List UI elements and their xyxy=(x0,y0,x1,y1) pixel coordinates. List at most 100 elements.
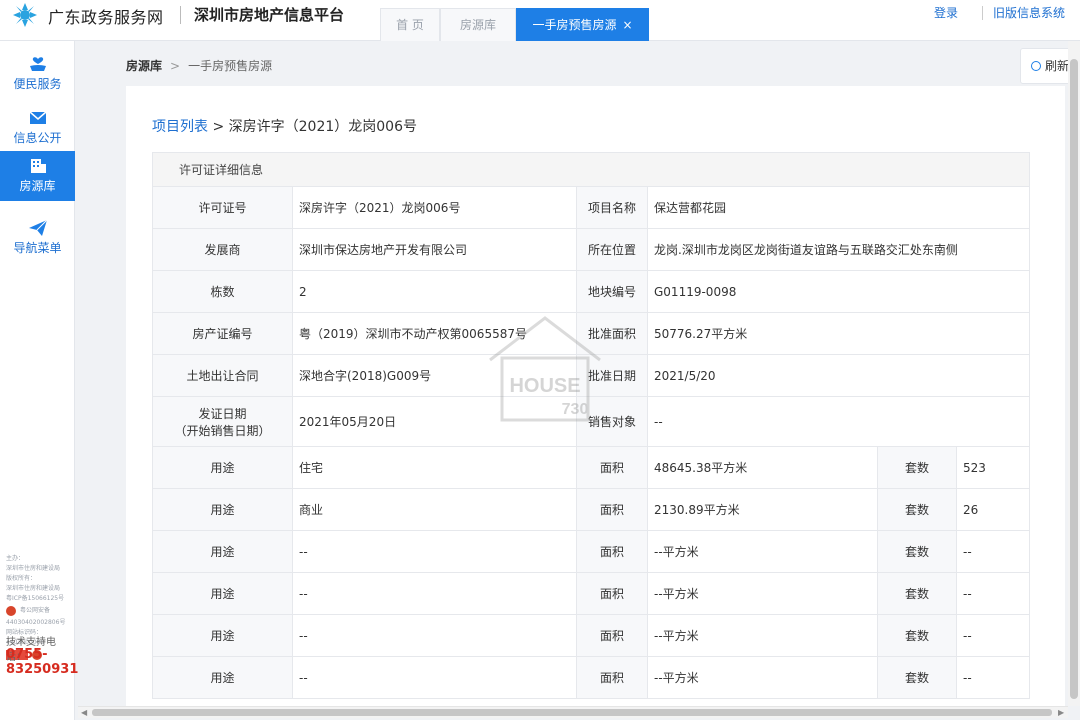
tab-housing-library[interactable]: 房源库 xyxy=(440,8,516,41)
value-area: 2130.89平方米 xyxy=(647,488,878,531)
label-issue-date-line2: （开始销售日期） xyxy=(174,423,271,438)
label-unit-count: 套数 xyxy=(877,614,957,657)
table-row: 许可证号 深房许字（2021）龙岗006号 项目名称 保达营都花园 xyxy=(152,186,1031,229)
breadcrumb: 房源库 > 一手房预售房源 xyxy=(126,57,272,74)
breadcrumb-separator: > xyxy=(170,59,181,73)
label-unit-count: 套数 xyxy=(877,656,957,699)
label-area: 面积 xyxy=(576,656,648,699)
usage-row: 用途 商业 面积 2130.89平方米 套数 26 xyxy=(152,488,1031,531)
sidebar-item-housing-library[interactable]: 房源库 xyxy=(0,151,75,201)
vertical-scroll-thumb[interactable] xyxy=(1070,59,1078,699)
value-sales-target: -- xyxy=(646,396,1031,447)
value-usage: -- xyxy=(292,530,577,573)
value-area: --平方米 xyxy=(647,572,878,615)
label-location: 所在位置 xyxy=(576,228,648,271)
value-unit-count: -- xyxy=(955,572,1031,615)
sponsor-name: 深圳市住房和建设局 xyxy=(6,565,61,572)
tab-home[interactable]: 首 页 xyxy=(380,8,440,41)
value-usage: 住宅 xyxy=(292,446,577,489)
project-list-link[interactable]: 项目列表 xyxy=(152,119,208,135)
value-project-name: 保达营都花园 xyxy=(646,186,1031,229)
value-plot-number: G01119-0098 xyxy=(646,270,1031,313)
scroll-right-arrow-icon[interactable]: ▶ xyxy=(1058,708,1064,717)
scroll-left-arrow-icon[interactable]: ◀ xyxy=(81,708,87,717)
copyright-owner: 深圳市住房和建设局 xyxy=(6,585,61,592)
value-area: 48645.38平方米 xyxy=(647,446,878,489)
permit-number-title: 深房许字（2021）龙岗006号 xyxy=(228,119,417,135)
usage-row: 用途 -- 面积 --平方米 套数 -- xyxy=(152,656,1031,699)
horizontal-scroll-thumb[interactable] xyxy=(92,709,1052,716)
header-link-divider xyxy=(982,6,983,20)
sidebar-item-label: 便民服务 xyxy=(13,77,62,91)
label-project-name: 项目名称 xyxy=(576,186,648,229)
house730-watermark-logo: HOUSE 730 xyxy=(489,316,601,422)
guangdong-gov-logo-icon xyxy=(13,3,37,27)
label-property-cert: 房产证编号 xyxy=(152,312,293,355)
label-area: 面积 xyxy=(576,572,648,615)
watermark-brand: HOUSE xyxy=(509,375,580,397)
icp-number[interactable]: 粤ICP备15066125号 xyxy=(6,594,72,604)
table-header-row: 许可证详细信息 xyxy=(151,152,1031,187)
old-system-link[interactable]: 旧版信息系统 xyxy=(993,4,1065,21)
value-location: 龙岗.深圳市龙岗区龙岗街道友谊路与五联路交汇处东南侧 xyxy=(646,228,1031,271)
label-unit-count: 套数 xyxy=(877,488,957,531)
login-link[interactable]: 登录 xyxy=(934,4,958,21)
label-usage: 用途 xyxy=(152,656,293,699)
tab-presale-listings[interactable]: 一手房预售房源 × xyxy=(516,8,649,41)
police-record-label[interactable]: 粤公网安备 xyxy=(20,606,50,616)
paper-plane-icon xyxy=(28,219,47,236)
value-usage: -- xyxy=(292,656,577,699)
section-title: 许可证详细信息 xyxy=(151,152,1031,187)
label-usage: 用途 xyxy=(152,530,293,573)
label-unit-count: 套数 xyxy=(877,530,957,573)
value-building-count: 2 xyxy=(292,270,577,313)
platform-title: 深圳市房地产信息平台 xyxy=(194,6,345,24)
horizontal-scrollbar[interactable]: ◀ ▶ xyxy=(78,706,1068,718)
value-usage: 商业 xyxy=(292,488,577,531)
sidebar-item-label: 房源库 xyxy=(19,179,56,193)
refresh-label: 刷新 xyxy=(1045,59,1070,73)
label-usage: 用途 xyxy=(152,446,293,489)
value-unit-count: -- xyxy=(955,656,1031,699)
value-usage: -- xyxy=(292,614,577,657)
label-unit-count: 套数 xyxy=(877,446,957,489)
value-approved-area: 50776.27平方米 xyxy=(646,312,1031,355)
top-header: 广东政务服务网 深圳市房地产信息平台 首 页 房源库 一手房预售房源 × 登录 旧… xyxy=(0,0,1080,41)
value-area: --平方米 xyxy=(647,530,878,573)
project-breadcrumb: 项目列表 > 深房许字（2021）龙岗006号 xyxy=(152,116,417,136)
police-badge-row: 粤公网安备 xyxy=(6,606,72,616)
close-tab-icon[interactable]: × xyxy=(622,18,632,32)
watermark-number: 730 xyxy=(562,401,589,418)
value-usage: -- xyxy=(292,572,577,615)
sidebar-item-public-services[interactable]: 便民服务 xyxy=(0,49,75,99)
label-developer: 发展商 xyxy=(152,228,293,271)
value-unit-count: -- xyxy=(955,530,1031,573)
vertical-scrollbar[interactable] xyxy=(1068,41,1080,706)
label-land-contract: 土地出让合同 xyxy=(152,354,293,397)
sponsor-label: 主办： xyxy=(6,555,25,562)
tab-presale-listings-label: 一手房预售房源 xyxy=(532,18,617,32)
label-usage: 用途 xyxy=(152,488,293,531)
label-unit-count: 套数 xyxy=(877,572,957,615)
label-area: 面积 xyxy=(576,530,648,573)
value-developer: 深圳市保达房地产开发有限公司 xyxy=(292,228,577,271)
left-sidebar: 便民服务 信息公开 房源库 导航菜单 主办： 深圳市住房和建设局 版权所有： 深… xyxy=(0,41,78,720)
copyright-label: 版权所有： xyxy=(6,575,37,582)
label-permit-number: 许可证号 xyxy=(152,186,293,229)
sidebar-item-navigation-menu[interactable]: 导航菜单 xyxy=(0,213,75,263)
gov-service-site-name[interactable]: 广东政务服务网 xyxy=(48,4,164,28)
refresh-icon xyxy=(1031,61,1041,71)
label-usage: 用途 xyxy=(152,572,293,615)
sidebar-item-label: 信息公开 xyxy=(13,131,62,145)
sidebar-item-label: 导航菜单 xyxy=(13,241,62,255)
label-usage: 用途 xyxy=(152,614,293,657)
envelope-icon xyxy=(29,111,46,124)
value-area: --平方米 xyxy=(647,614,878,657)
sidebar-item-info-disclosure[interactable]: 信息公开 xyxy=(0,103,75,153)
hand-heart-icon xyxy=(29,57,46,71)
value-permit-number: 深房许字（2021）龙岗006号 xyxy=(292,186,577,229)
breadcrumb-housing-library[interactable]: 房源库 xyxy=(126,59,162,73)
usage-row: 用途 住宅 面积 48645.38平方米 套数 523 xyxy=(152,446,1031,489)
breadcrumb-presale-listings: 一手房预售房源 xyxy=(188,59,273,73)
usage-row: 用途 -- 面积 --平方米 套数 -- xyxy=(152,614,1031,657)
